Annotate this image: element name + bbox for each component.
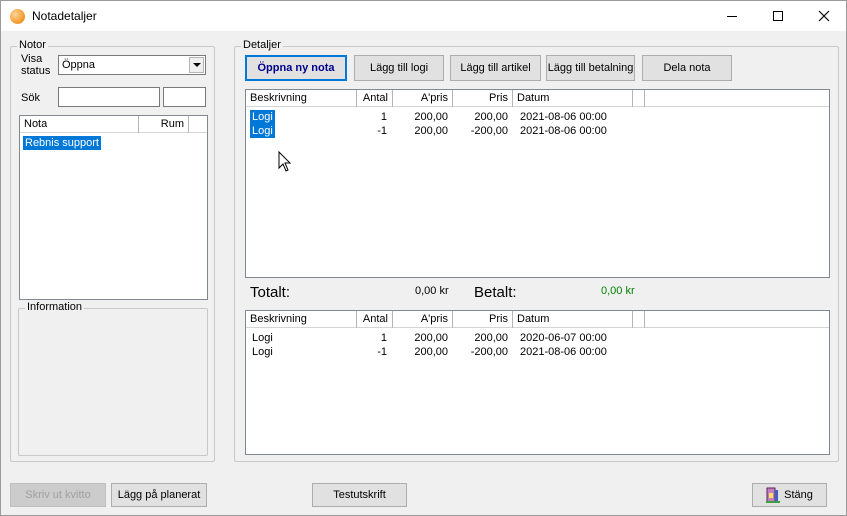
app-icon <box>10 9 25 24</box>
cell-apris: 200,00 <box>414 332 448 344</box>
detaljer-legend: Detaljer <box>241 39 283 51</box>
nota-rows-header: Beskrivning Antal A'pris Pris Datum <box>246 90 829 107</box>
cell-beskrivning: Logi <box>252 346 273 358</box>
nota-rows-list[interactable]: Beskrivning Antal A'pris Pris Datum Logi… <box>245 89 830 278</box>
window-client: Notor Visa status Öppna Sök Nota Rum Reb… <box>0 31 847 516</box>
column-header-beskrivning[interactable]: Beskrivning <box>246 90 357 107</box>
cell-apris: 200,00 <box>414 125 448 137</box>
minimize-button[interactable] <box>709 1 755 31</box>
maximize-button[interactable] <box>755 1 801 31</box>
search-input-secondary[interactable] <box>163 87 206 107</box>
add-logi-button[interactable]: Lägg till logi <box>354 55 444 81</box>
table-row[interactable]: Logi -1 200,00 -200,00 2021-08-06 00:00 <box>246 345 829 359</box>
column-header-nota[interactable]: Nota <box>20 116 139 133</box>
column-header-antal[interactable]: Antal <box>357 90 393 107</box>
cell-beskrivning: Logi <box>252 332 273 344</box>
table-row[interactable]: Logi 1 200,00 200,00 2020-06-07 00:00 <box>246 331 829 345</box>
cell-pris: -200,00 <box>470 125 508 137</box>
cell-antal: -1 <box>377 346 387 358</box>
dela-nota-button[interactable]: Dela nota <box>642 55 732 81</box>
column-header-pris[interactable]: Pris <box>453 311 513 328</box>
test-print-button[interactable]: Testutskrift <box>312 483 407 507</box>
column-header-rum[interactable]: Rum <box>139 116 189 133</box>
window-title: Notadetaljer <box>32 9 97 23</box>
betalt-label: Betalt: <box>474 284 517 301</box>
betalt-value: 0,00 kr <box>601 285 635 297</box>
column-header-datum[interactable]: Datum <box>513 311 633 328</box>
column-header-apris[interactable]: A'pris <box>393 90 453 107</box>
close-window-label: Stäng <box>784 489 813 501</box>
status-combo-value: Öppna <box>62 59 96 71</box>
column-header-empty <box>633 90 645 107</box>
status-combo-arrow[interactable] <box>189 57 204 73</box>
cell-apris: 200,00 <box>414 346 448 358</box>
notor-legend: Notor <box>17 39 48 51</box>
sok-label: Sök <box>21 92 40 104</box>
column-header-datum[interactable]: Datum <box>513 90 633 107</box>
maximize-icon <box>773 11 783 21</box>
totalt-label: Totalt: <box>250 284 291 301</box>
column-header-apris[interactable]: A'pris <box>393 311 453 328</box>
cell-antal: 1 <box>380 111 387 123</box>
add-artikel-button[interactable]: Lägg till artikel <box>450 55 541 81</box>
cell-apris: 200,00 <box>414 111 448 123</box>
close-button[interactable] <box>801 1 847 31</box>
history-rows-header: Beskrivning Antal A'pris Pris Datum <box>246 311 829 328</box>
open-new-nota-button[interactable]: Öppna ny nota <box>245 55 347 81</box>
column-header-antal[interactable]: Antal <box>357 311 393 328</box>
add-to-planned-button[interactable]: Lägg på planerat <box>111 483 207 507</box>
totalt-value: 0,00 kr <box>415 285 449 297</box>
cell-antal: 1 <box>380 332 387 344</box>
notor-list[interactable]: Nota Rum Rebnis support <box>19 115 208 300</box>
cell-datum: 2020-06-07 00:00 <box>520 332 607 344</box>
table-row[interactable]: Logi 1 200,00 200,00 2021-08-06 00:00 <box>246 110 829 124</box>
information-group: Information <box>18 301 208 456</box>
nota-name: Rebnis support <box>23 136 101 150</box>
cell-datum: 2021-08-06 00:00 <box>520 111 607 123</box>
visa-status-label: Visa status <box>21 53 51 77</box>
status-combo[interactable]: Öppna <box>58 55 206 75</box>
column-header-pris[interactable]: Pris <box>453 90 513 107</box>
history-rows-list[interactable]: Beskrivning Antal A'pris Pris Datum Logi… <box>245 310 830 455</box>
minimize-icon <box>727 15 737 17</box>
cell-datum: 2021-08-06 00:00 <box>520 125 607 137</box>
close-window-button[interactable]: Stäng <box>752 483 827 507</box>
mouse-cursor-icon <box>278 151 292 172</box>
notor-list-header: Nota Rum <box>20 116 207 133</box>
cell-pris: 200,00 <box>474 111 508 123</box>
list-item[interactable]: Rebnis support <box>20 136 207 150</box>
close-icon <box>818 10 830 22</box>
cell-beskrivning: Logi <box>250 110 275 124</box>
search-input[interactable] <box>58 87 160 107</box>
cell-pris: -200,00 <box>470 346 508 358</box>
exit-door-icon <box>766 487 781 503</box>
cell-pris: 200,00 <box>474 332 508 344</box>
cell-datum: 2021-08-06 00:00 <box>520 346 607 358</box>
table-row[interactable]: Logi -1 200,00 -200,00 2021-08-06 00:00 <box>246 124 829 138</box>
add-betalning-button[interactable]: Lägg till betalning <box>546 55 635 81</box>
print-receipt-button[interactable]: Skriv ut kvitto <box>10 483 106 507</box>
title-bar: Notadetaljer <box>0 0 847 31</box>
cell-antal: -1 <box>377 125 387 137</box>
information-legend: Information <box>25 301 85 313</box>
chevron-down-icon <box>192 63 201 67</box>
column-header-beskrivning[interactable]: Beskrivning <box>246 311 357 328</box>
column-header-empty <box>633 311 645 328</box>
cell-beskrivning: Logi <box>250 124 275 138</box>
